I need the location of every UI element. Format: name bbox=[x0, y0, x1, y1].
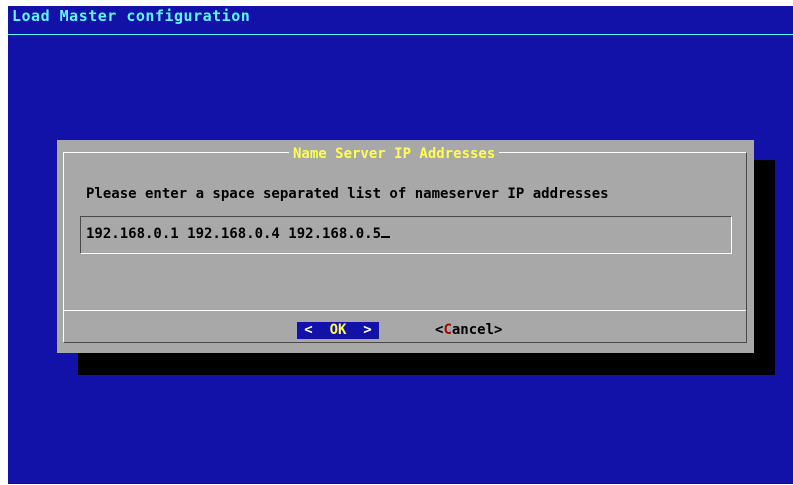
ok-button-right-bracket: > bbox=[363, 322, 372, 338]
ok-button-hotkey: O bbox=[329, 322, 338, 338]
ok-button-left-bracket: < bbox=[304, 322, 313, 338]
nameserver-input[interactable]: 192.168.0.1 192.168.0.4 192.168.0.5 bbox=[80, 216, 732, 254]
ok-button[interactable]: < OK > bbox=[297, 322, 379, 339]
inputbox-dialog: Name Server IP Addresses Please enter a … bbox=[57, 140, 754, 353]
ok-button-label-rest: K bbox=[338, 322, 347, 338]
backtitle: Load Master configuration bbox=[12, 7, 251, 25]
dialog-title: Name Server IP Addresses bbox=[289, 146, 500, 162]
terminal-screen: Load Master configuration Name Server IP… bbox=[8, 6, 793, 484]
backtitle-rule bbox=[8, 34, 793, 35]
dialog-prompt: Please enter a space separated list of n… bbox=[86, 186, 609, 202]
cancel-button-hotkey: C bbox=[443, 322, 452, 338]
button-separator bbox=[64, 310, 746, 311]
nameserver-input-text[interactable]: 192.168.0.1 192.168.0.4 192.168.0.5 bbox=[86, 226, 381, 242]
text-cursor bbox=[381, 236, 391, 238]
cancel-button[interactable]: <Cancel> bbox=[435, 322, 502, 339]
nameserver-input-value[interactable]: 192.168.0.1 192.168.0.4 192.168.0.5 bbox=[86, 226, 391, 242]
cancel-button-close: > bbox=[494, 322, 503, 338]
cancel-button-label-rest: ancel bbox=[451, 322, 495, 338]
